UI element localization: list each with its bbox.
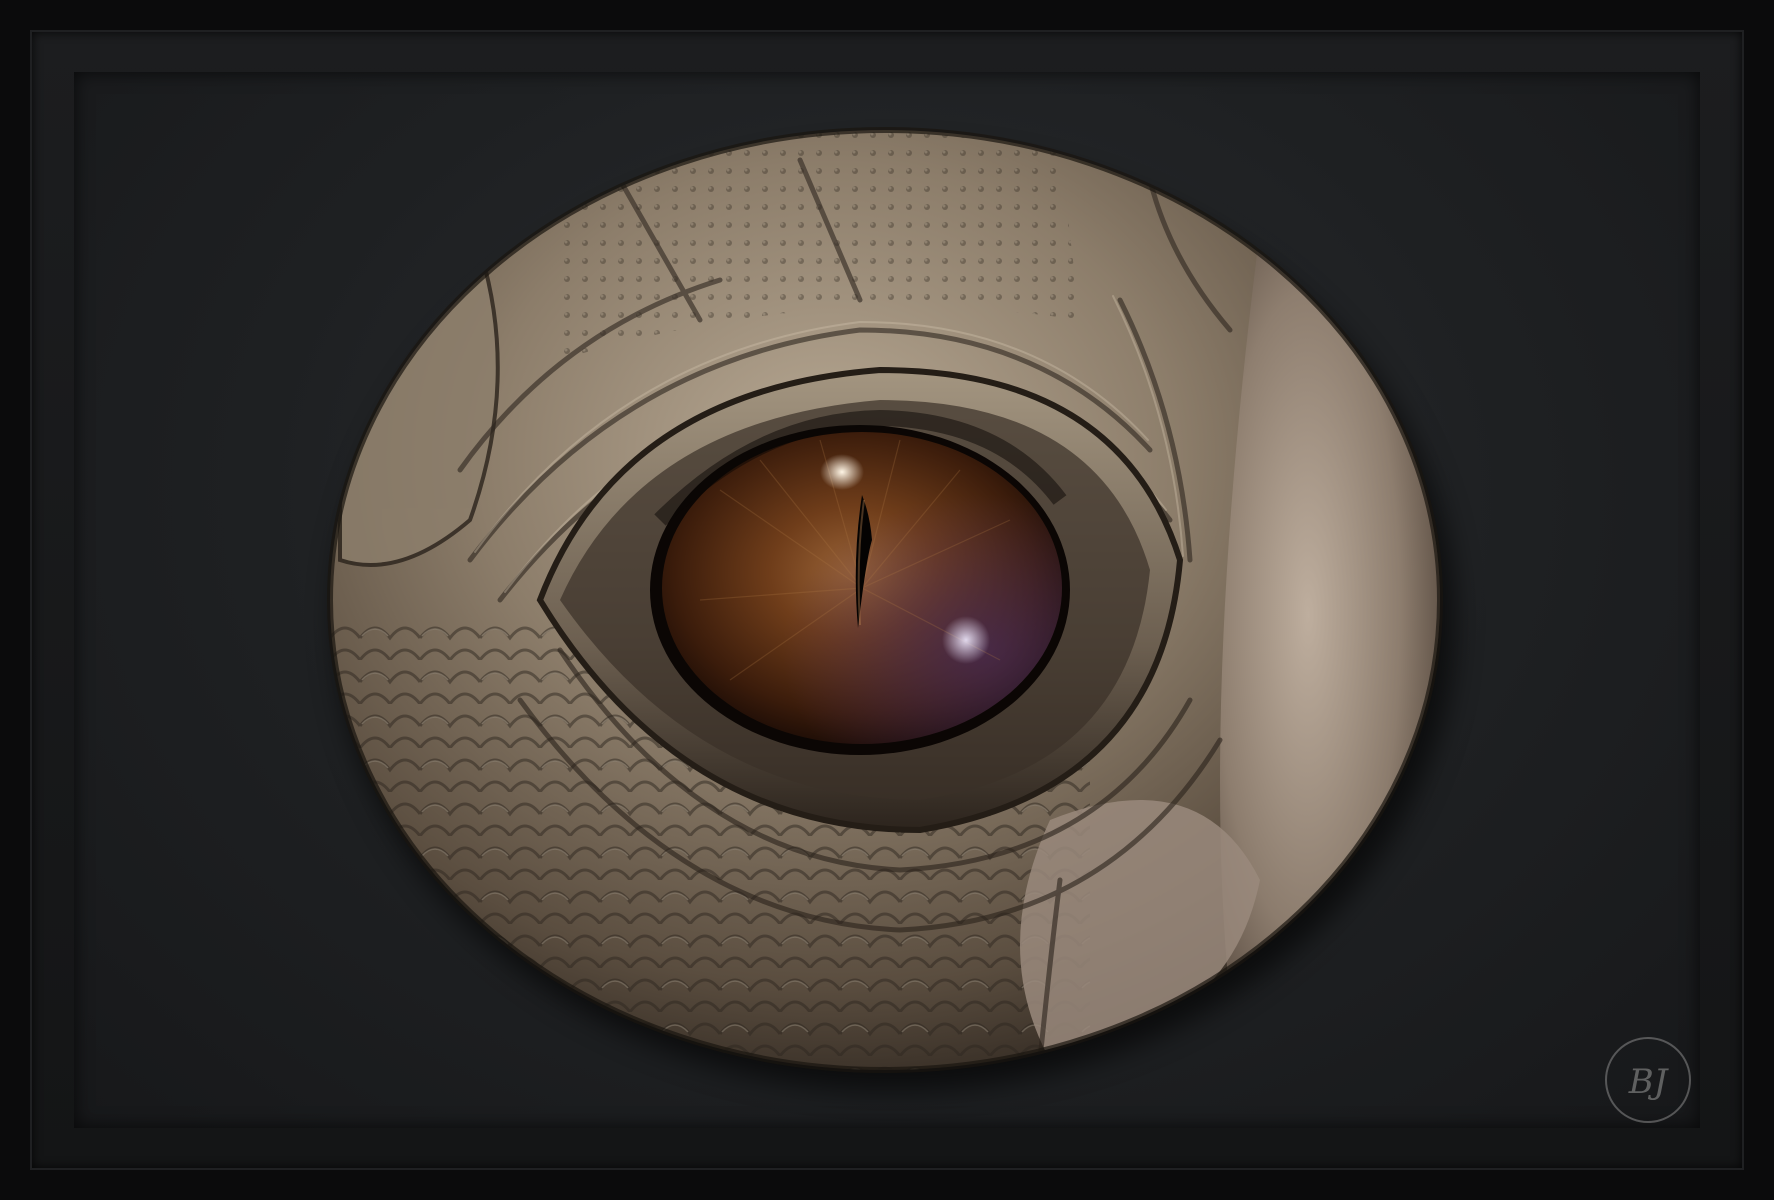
eye-highlight-secondary <box>942 616 990 664</box>
eye-highlight <box>820 454 864 490</box>
signature-monogram: BJ <box>1628 1062 1670 1102</box>
reptile-eye-artwork: BJ <box>327 127 1691 1123</box>
artist-signature: BJ <box>1605 1037 1691 1123</box>
